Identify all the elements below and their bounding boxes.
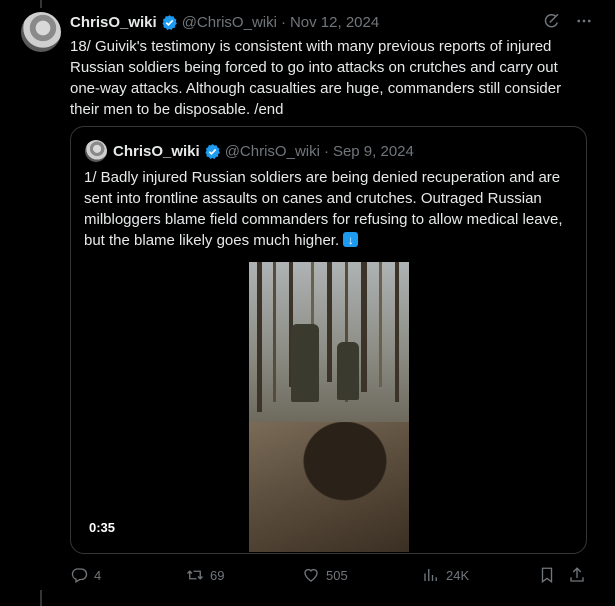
bookmark-button[interactable] — [538, 566, 556, 584]
repost-icon — [186, 566, 204, 584]
tweet-text: 18/ Guivik's testimony is consistent wit… — [70, 38, 562, 118]
avatar[interactable] — [21, 12, 61, 52]
author-name[interactable]: ChrisO_wiki — [70, 14, 157, 31]
views-count: 24K — [446, 567, 470, 583]
bookmark-icon — [538, 566, 556, 584]
quoted-tweet-body: 1/ Badly injured Russian soldiers are be… — [84, 169, 563, 249]
tweet-header: ChrisO_wiki @ChrisO_wiki · Nov 12, 2024 — [70, 12, 379, 32]
views-button[interactable]: 24K — [422, 566, 469, 584]
quoted-tweet[interactable]: ChrisO_wiki @ChrisO_wiki · Sep 9, 2024 1… — [70, 126, 587, 554]
video-thumbnail[interactable] — [249, 262, 409, 552]
down-arrow-emoji-icon — [343, 230, 359, 251]
tweet-date[interactable]: Nov 12, 2024 — [290, 14, 379, 31]
reply-button[interactable]: 4 — [70, 566, 101, 584]
quoted-author-handle[interactable]: @ChrisO_wiki — [225, 143, 320, 160]
repost-button[interactable]: 69 — [186, 566, 224, 584]
soldier-figure — [291, 324, 319, 402]
verified-badge-icon — [161, 14, 178, 31]
separator-dot: · — [280, 13, 286, 31]
action-bar: 4 69 505 24K — [70, 566, 590, 586]
repost-count: 69 — [210, 567, 225, 583]
share-icon — [568, 566, 586, 584]
quoted-tweet-header: ChrisO_wiki @ChrisO_wiki · Sep 9, 2024 — [113, 141, 414, 161]
views-icon — [422, 566, 440, 584]
like-count: 505 — [326, 567, 348, 583]
thread-line-bottom — [40, 590, 42, 606]
like-icon — [302, 566, 320, 584]
separator-dot: · — [323, 142, 329, 160]
video-duration: 0:35 — [89, 520, 116, 535]
quoted-avatar[interactable] — [85, 140, 107, 162]
share-button[interactable] — [568, 566, 586, 584]
author-handle[interactable]: @ChrisO_wiki — [182, 14, 277, 31]
grok-icon[interactable] — [543, 12, 561, 30]
like-button[interactable]: 505 — [302, 566, 348, 584]
reply-icon — [70, 566, 88, 584]
tweet-top-actions — [543, 12, 593, 30]
quoted-author-name[interactable]: ChrisO_wiki — [113, 143, 200, 160]
quoted-tweet-date[interactable]: Sep 9, 2024 — [333, 143, 414, 160]
more-icon[interactable] — [575, 12, 593, 30]
quoted-tweet-text: 1/ Badly injured Russian soldiers are be… — [84, 167, 574, 251]
trench — [249, 422, 409, 552]
video-player[interactable]: 0:35 — [71, 262, 586, 552]
thread-line-top — [40, 0, 42, 8]
verified-badge-icon — [204, 143, 221, 160]
soldier-figure — [337, 342, 359, 400]
reply-count: 4 — [94, 567, 102, 583]
